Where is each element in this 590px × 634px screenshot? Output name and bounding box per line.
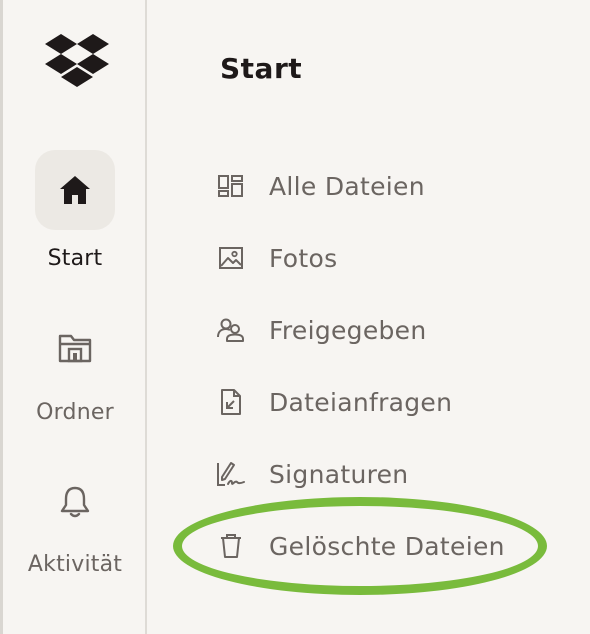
nav-item-label: Freigegeben <box>269 315 427 345</box>
rail-item-aktivitaet-icon-wrap <box>35 462 115 542</box>
rail-item-aktivitaet-label: Aktivität <box>27 552 123 577</box>
all-files-icon <box>209 164 253 208</box>
nav-item-label: Gelöschte Dateien <box>269 531 505 561</box>
navigation-rail: Start Ordner Aktivität <box>3 0 147 634</box>
nav-item-signaturen[interactable]: Signaturen <box>209 452 569 496</box>
photo-icon <box>209 236 253 280</box>
bell-icon <box>60 486 90 518</box>
nav-item-fotos[interactable]: Fotos <box>209 236 569 280</box>
rail-item-ordner[interactable]: Ordner <box>3 308 147 433</box>
file-request-icon <box>209 380 253 424</box>
nav-item-label: Signaturen <box>269 459 409 489</box>
rail-item-ordner-icon-wrap <box>35 308 115 388</box>
rail-item-start-label: Start <box>47 246 103 271</box>
app-window: Start Ordner Aktivität Start Alle Dateie… <box>0 0 590 634</box>
main-panel: Start Alle Dateien Fotos Freigegeben Dat… <box>149 0 590 634</box>
nav-item-geloeschte-dateien[interactable]: Gelöschte Dateien <box>209 524 569 568</box>
page-title: Start <box>220 52 303 85</box>
nav-item-label: Fotos <box>269 243 338 273</box>
folder-icon <box>58 334 92 363</box>
rail-item-ordner-label: Ordner <box>36 400 114 425</box>
rail-item-start-icon-wrap <box>35 150 115 230</box>
nav-item-freigegeben[interactable]: Freigegeben <box>209 308 569 352</box>
rail-item-aktivitaet[interactable]: Aktivität <box>3 462 147 587</box>
signature-icon <box>209 452 253 496</box>
nav-item-label: Alle Dateien <box>269 171 425 201</box>
home-icon <box>60 176 90 204</box>
trash-icon <box>209 524 253 568</box>
shared-icon <box>209 308 253 352</box>
rail-item-start[interactable]: Start <box>3 150 147 280</box>
nav-item-label: Dateianfragen <box>269 387 453 417</box>
nav-item-alle-dateien[interactable]: Alle Dateien <box>209 164 569 208</box>
nav-item-dateianfragen[interactable]: Dateianfragen <box>209 380 569 424</box>
dropbox-logo-icon[interactable] <box>45 34 109 88</box>
